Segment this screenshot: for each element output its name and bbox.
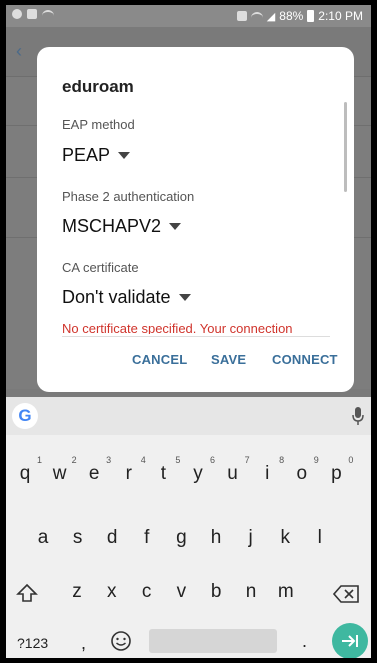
key-label: o [296,463,308,484]
key-q[interactable]: q1 [10,455,42,485]
key-number-hint: 5 [175,455,181,465]
key-u[interactable]: u7 [218,455,249,485]
key-label: y [193,463,203,484]
key-y[interactable]: y6 [183,455,215,485]
key-label: r [125,463,132,484]
soft-keyboard: G q1w2e3r4t5y6u7i8o9p0 asdfghjkl zxcvbnm… [6,397,371,658]
emoji-icon[interactable] [110,630,132,652]
key-s[interactable]: s [63,527,93,549]
key-w[interactable]: w2 [45,455,77,485]
key-x[interactable]: x [97,581,127,603]
period-key[interactable]: . [302,631,307,652]
key-v[interactable]: v [166,581,196,603]
key-e[interactable]: e3 [79,455,111,485]
key-g[interactable]: g [166,527,196,549]
key-l[interactable]: l [305,527,335,549]
key-o[interactable]: o9 [287,455,319,485]
dialog-scrollbar[interactable] [344,102,347,192]
key-d[interactable]: d [97,527,127,549]
key-label: e [88,463,100,484]
phase2-value: MSCHAPV2 [62,216,162,236]
next-arrow-icon [342,635,358,647]
key-label: u [227,463,238,484]
google-logo-icon: G [18,406,32,425]
dialog-divider [62,336,330,337]
eap-method-dropdown[interactable]: PEAP [62,145,131,166]
ca-certificate-label: CA certificate [62,260,139,275]
google-search-button[interactable]: G [12,403,38,429]
wifi-notification-icon [42,10,54,18]
status-right-icons: ◢ 88% 2:10 PM [236,9,363,23]
key-r[interactable]: r4 [114,455,146,485]
save-button[interactable]: SAVE [211,352,246,367]
key-number-hint: 6 [209,455,215,465]
certificate-warning: No certificate specified. Your connectio… [62,322,293,334]
key-number-hint: 0 [348,455,354,465]
wifi-config-dialog: eduroam EAP method PEAP Phase 2 authenti… [37,47,354,392]
dropdown-arrow-icon [169,223,182,230]
key-p[interactable]: p0 [321,455,353,485]
ca-certificate-value: Don't validate [62,287,171,307]
eap-method-value: PEAP [62,145,111,165]
key-a[interactable]: a [28,527,58,549]
connect-button[interactable]: CONNECT [272,352,338,367]
dropdown-arrow-icon [118,152,131,159]
key-b[interactable]: b [201,581,231,603]
microphone-icon[interactable] [352,407,364,425]
key-label: q [19,463,31,484]
key-number-hint: 2 [71,455,77,465]
ca-certificate-dropdown[interactable]: Don't validate [62,287,191,308]
phase2-label: Phase 2 authentication [62,189,195,204]
battery-percent: 88% [279,9,304,23]
wifi-signal-icon [250,12,263,20]
key-j[interactable]: j [236,527,266,549]
cancel-button[interactable]: CANCEL [132,352,187,367]
key-label: i [265,463,270,484]
key-label: w [52,463,67,484]
key-number-hint: 3 [106,455,112,465]
notification-icon [12,9,22,19]
phase2-dropdown[interactable]: MSCHAPV2 [62,216,182,237]
key-label: p [331,463,342,484]
key-m[interactable]: m [271,581,301,603]
dialog-title: eduroam [62,77,134,96]
enter-key[interactable] [332,623,368,658]
comma-key[interactable]: , [81,633,86,654]
key-c[interactable]: c [132,581,162,603]
key-t[interactable]: t5 [148,455,181,485]
phone-screen: ◢ 88% 2:10 PM ‹ eduroam EAP method PEAP … [6,5,371,658]
cast-icon [236,11,247,21]
key-f[interactable]: f [132,527,162,549]
backspace-icon[interactable] [333,585,359,603]
gallery-notification-icon [27,9,37,19]
shift-icon[interactable] [16,583,38,603]
status-bar: ◢ 88% 2:10 PM [6,5,371,27]
key-number-hint: 8 [279,455,285,465]
key-number-hint: 4 [140,455,146,465]
back-arrow-icon: ‹ [16,41,22,61]
keyboard-toolbar: G [6,397,371,435]
symbols-key[interactable]: ?123 [17,635,48,651]
key-h[interactable]: h [201,527,231,549]
eap-method-label: EAP method [62,117,135,132]
key-i[interactable]: i8 [252,455,284,485]
key-n[interactable]: n [236,581,266,603]
space-bar[interactable] [149,629,277,653]
clock: 2:10 PM [318,9,363,23]
dropdown-arrow-icon [178,294,191,301]
key-number-hint: 1 [36,455,42,465]
battery-icon [307,10,315,22]
key-number-hint: 9 [313,455,319,465]
cell-signal-icon: ◢ [266,10,276,23]
key-k[interactable]: k [270,527,300,549]
key-z[interactable]: z [62,581,92,603]
key-number-hint: 7 [244,455,250,465]
key-label: t [160,463,167,484]
status-left-icons [12,9,54,19]
